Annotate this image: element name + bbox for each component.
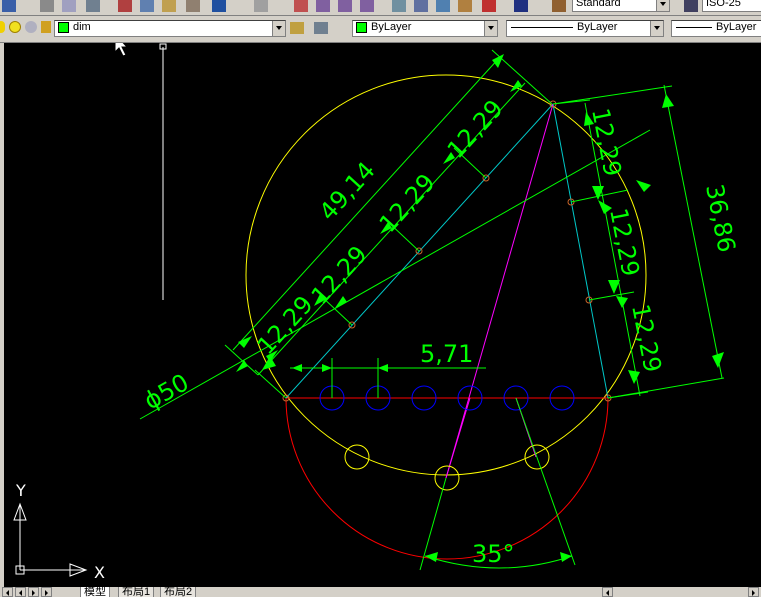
current-layer-name: dim <box>73 21 91 33</box>
segment-dim-text: 12,29 <box>252 290 319 360</box>
help-icon[interactable] <box>482 0 496 12</box>
layer-on-bulb-icon[interactable] <box>0 21 5 33</box>
dimstyle-icon[interactable] <box>552 0 566 12</box>
standard-toolbar: Standard ISO-25 <box>0 0 761 16</box>
layer-dropdown[interactable]: dim <box>54 20 286 37</box>
make-current-layer-icon[interactable] <box>290 22 304 34</box>
pan-icon[interactable] <box>294 0 308 12</box>
length-dim-text: 49,14 <box>314 156 381 226</box>
lineweight-value: ByLayer <box>716 21 757 33</box>
lineweight-sample <box>676 26 712 28</box>
prev-tab-icon[interactable] <box>15 587 26 597</box>
redo-icon[interactable] <box>254 0 268 12</box>
diameter-dim-text: ϕ50 <box>139 368 193 415</box>
segment-dim-text: 12,29 <box>306 240 373 310</box>
layout-tabs-bar: 模型 布局1 布局2 <box>0 587 761 597</box>
color-swatch <box>356 21 367 33</box>
segment-dim-text: 12,29 <box>442 94 509 164</box>
drawing-canvas[interactable]: ϕ50 49,14 12,29 12,29 12,29 12,29 12,29 … <box>0 43 761 587</box>
segment-dim-text: 12,29 <box>374 168 441 238</box>
text-style-value: Standard <box>576 0 621 9</box>
spacing-dim-text: 5,71 <box>420 340 473 368</box>
copy-icon[interactable] <box>140 0 154 12</box>
text-style-dropdown[interactable]: Standard <box>572 0 670 12</box>
layer-color-swatch <box>58 21 69 33</box>
chevron-down-icon[interactable] <box>484 21 497 36</box>
save-icon[interactable] <box>2 0 16 12</box>
ucs-icon <box>13 502 88 577</box>
tab-layout2[interactable]: 布局2 <box>160 587 197 597</box>
hscroll-right-icon[interactable] <box>748 587 759 597</box>
zoom-window-icon[interactable] <box>338 0 352 12</box>
main-circle[interactable] <box>245 74 647 476</box>
cut-icon[interactable] <box>118 0 132 12</box>
chevron-down-icon[interactable] <box>272 21 285 36</box>
preview-icon[interactable] <box>62 0 76 12</box>
ucs-x-label: X <box>94 563 105 582</box>
lineweight-dropdown[interactable]: ByLayer <box>671 20 761 37</box>
ucs-y-label: Y <box>15 481 26 500</box>
right-segment-dim-text: 12,29 <box>626 302 667 375</box>
matchprop-icon[interactable] <box>186 0 200 12</box>
markup-icon[interactable] <box>458 0 472 12</box>
layer-lock-icon[interactable] <box>41 21 51 33</box>
layer-state-icons <box>0 21 62 35</box>
arc-circles[interactable] <box>344 444 550 491</box>
zoom-realtime-icon[interactable] <box>316 0 330 12</box>
dimension-texts: ϕ50 49,14 12,29 12,29 12,29 12,29 12,29 … <box>139 94 740 568</box>
color-value: ByLayer <box>371 21 412 33</box>
tab-layout1[interactable]: 布局1 <box>118 587 155 597</box>
chevron-down-icon[interactable] <box>650 21 663 36</box>
red-arc[interactable] <box>285 397 609 560</box>
layer-viewport-icon[interactable] <box>25 21 37 33</box>
dim-style-icon <box>684 0 698 12</box>
dim-style-value: ISO-25 <box>706 0 741 9</box>
angle-dim-text: 35° <box>472 540 515 568</box>
right-segment-dim-text: 12,29 <box>604 206 645 279</box>
layer-previous-icon[interactable] <box>314 22 328 34</box>
mouse-cursor-icon <box>114 43 129 57</box>
color-dropdown[interactable]: ByLayer <box>352 20 498 37</box>
textstyle-icon[interactable] <box>514 0 528 12</box>
last-tab-icon[interactable] <box>41 587 52 597</box>
layer-freeze-sun-icon[interactable] <box>9 21 21 33</box>
linetype-value: ByLayer <box>577 21 618 33</box>
hscroll-left-icon[interactable] <box>602 587 613 597</box>
right-segment-dim-text: 12,29 <box>586 106 627 179</box>
layers-properties-toolbar: dim ByLayer ByLayer ByLayer <box>0 16 761 43</box>
next-tab-icon[interactable] <box>28 587 39 597</box>
plot-icon[interactable] <box>86 0 100 12</box>
chevron-down-icon[interactable] <box>656 0 669 11</box>
designcenter-icon[interactable] <box>414 0 428 12</box>
paste-icon[interactable] <box>162 0 176 12</box>
linetype-dropdown[interactable]: ByLayer <box>506 20 664 37</box>
vertical-dim-text: 36,86 <box>700 182 741 255</box>
linetype-sample <box>511 26 573 28</box>
dim-style-dropdown[interactable]: ISO-25 <box>702 0 761 12</box>
first-tab-icon[interactable] <box>2 587 13 597</box>
tab-model[interactable]: 模型 <box>80 587 110 597</box>
toolpalette-icon[interactable] <box>436 0 450 12</box>
undo-icon[interactable] <box>212 0 226 12</box>
zoom-previous-icon[interactable] <box>360 0 374 12</box>
print-icon[interactable] <box>40 0 54 12</box>
properties-icon[interactable] <box>392 0 406 12</box>
drawing-svg[interactable]: ϕ50 49,14 12,29 12,29 12,29 12,29 12,29 … <box>4 43 761 587</box>
